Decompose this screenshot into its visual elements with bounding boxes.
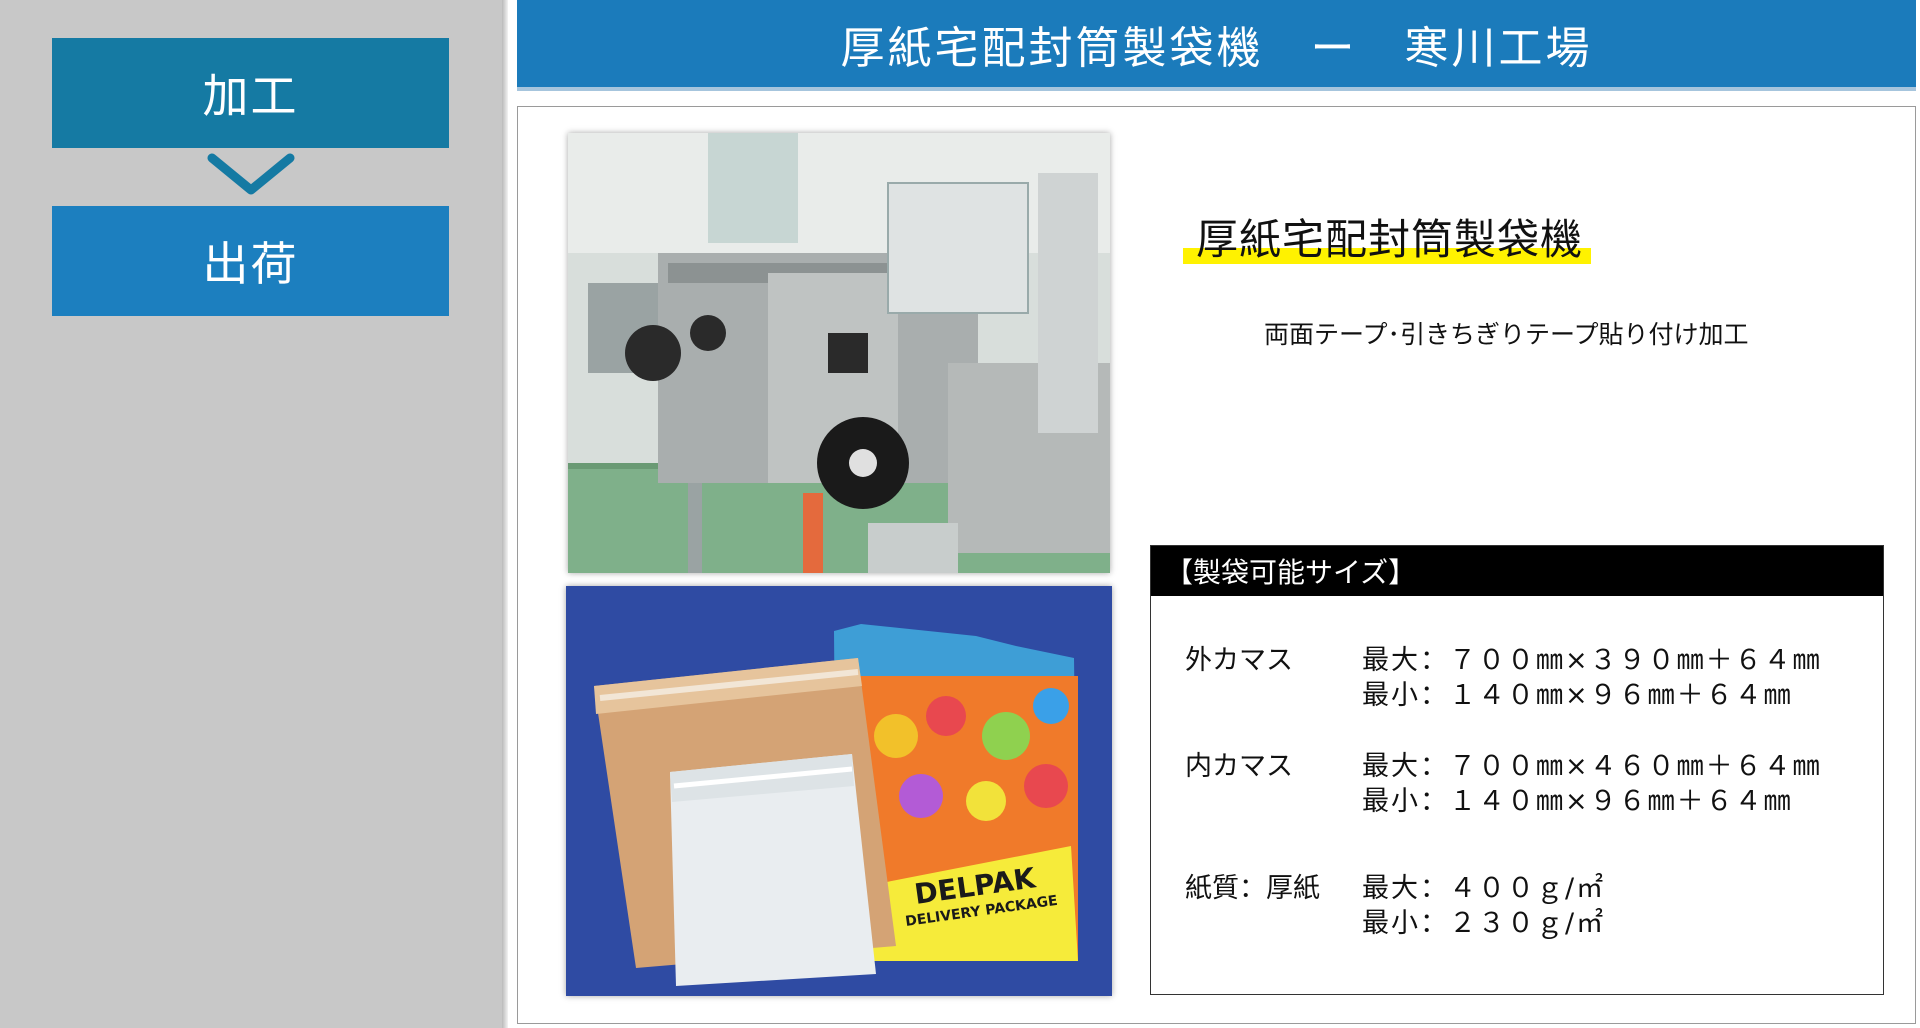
step-processing-button[interactable]: 加工	[52, 38, 449, 148]
envelope-photo: DELPAK DELIVERY PACKAGE	[566, 586, 1112, 996]
spec-value-paper-min: 最小：２３０ｇ/㎡	[1362, 908, 1606, 939]
spec-value-outer-min: 最小：１４０㎜×９６㎜＋６４㎜	[1362, 680, 1793, 711]
page-title-bar: 厚紙宅配封筒製袋機 ー 寒川工場	[517, 0, 1916, 87]
chevron-down-icon	[207, 153, 295, 195]
spec-header: 【製袋可能サイズ】	[1151, 546, 1883, 596]
step-shipping-button[interactable]: 出荷	[52, 206, 449, 316]
spec-box: 【製袋可能サイズ】 外カマス 最大：７００㎜×３９０㎜＋６４㎜ 最小：１４０㎜×…	[1150, 545, 1884, 995]
spec-value-inner-min: 最小：１４０㎜×９６㎜＋６４㎜	[1362, 786, 1793, 817]
step-shipping-label: 出荷	[202, 237, 299, 291]
spec-label-paper: 紙質：厚紙	[1185, 873, 1320, 904]
spec-value-inner-max: 最大：７００㎜×４６０㎜＋６４㎜	[1362, 751, 1822, 782]
title-bar-shadow	[517, 87, 1916, 91]
machine-description: 両面テープ･引きちぎりテープ貼り付け加工	[1264, 320, 1749, 349]
spec-label-outer: 外カマス	[1185, 645, 1293, 676]
page-title: 厚紙宅配封筒製袋機 ー 寒川工場	[840, 22, 1593, 74]
machine-title: 厚紙宅配封筒製袋機	[1196, 215, 1584, 264]
spec-value-outer-max: 最大：７００㎜×３９０㎜＋６４㎜	[1362, 645, 1822, 676]
spec-label-inner: 内カマス	[1185, 751, 1293, 782]
sidebar-divider	[502, 0, 508, 1028]
step-processing-label: 加工	[202, 69, 299, 123]
machine-photo	[568, 133, 1110, 573]
spec-header-text: 【製袋可能サイズ】	[1165, 556, 1417, 589]
spec-value-paper-max: 最大：４００ｇ/㎡	[1362, 873, 1606, 904]
